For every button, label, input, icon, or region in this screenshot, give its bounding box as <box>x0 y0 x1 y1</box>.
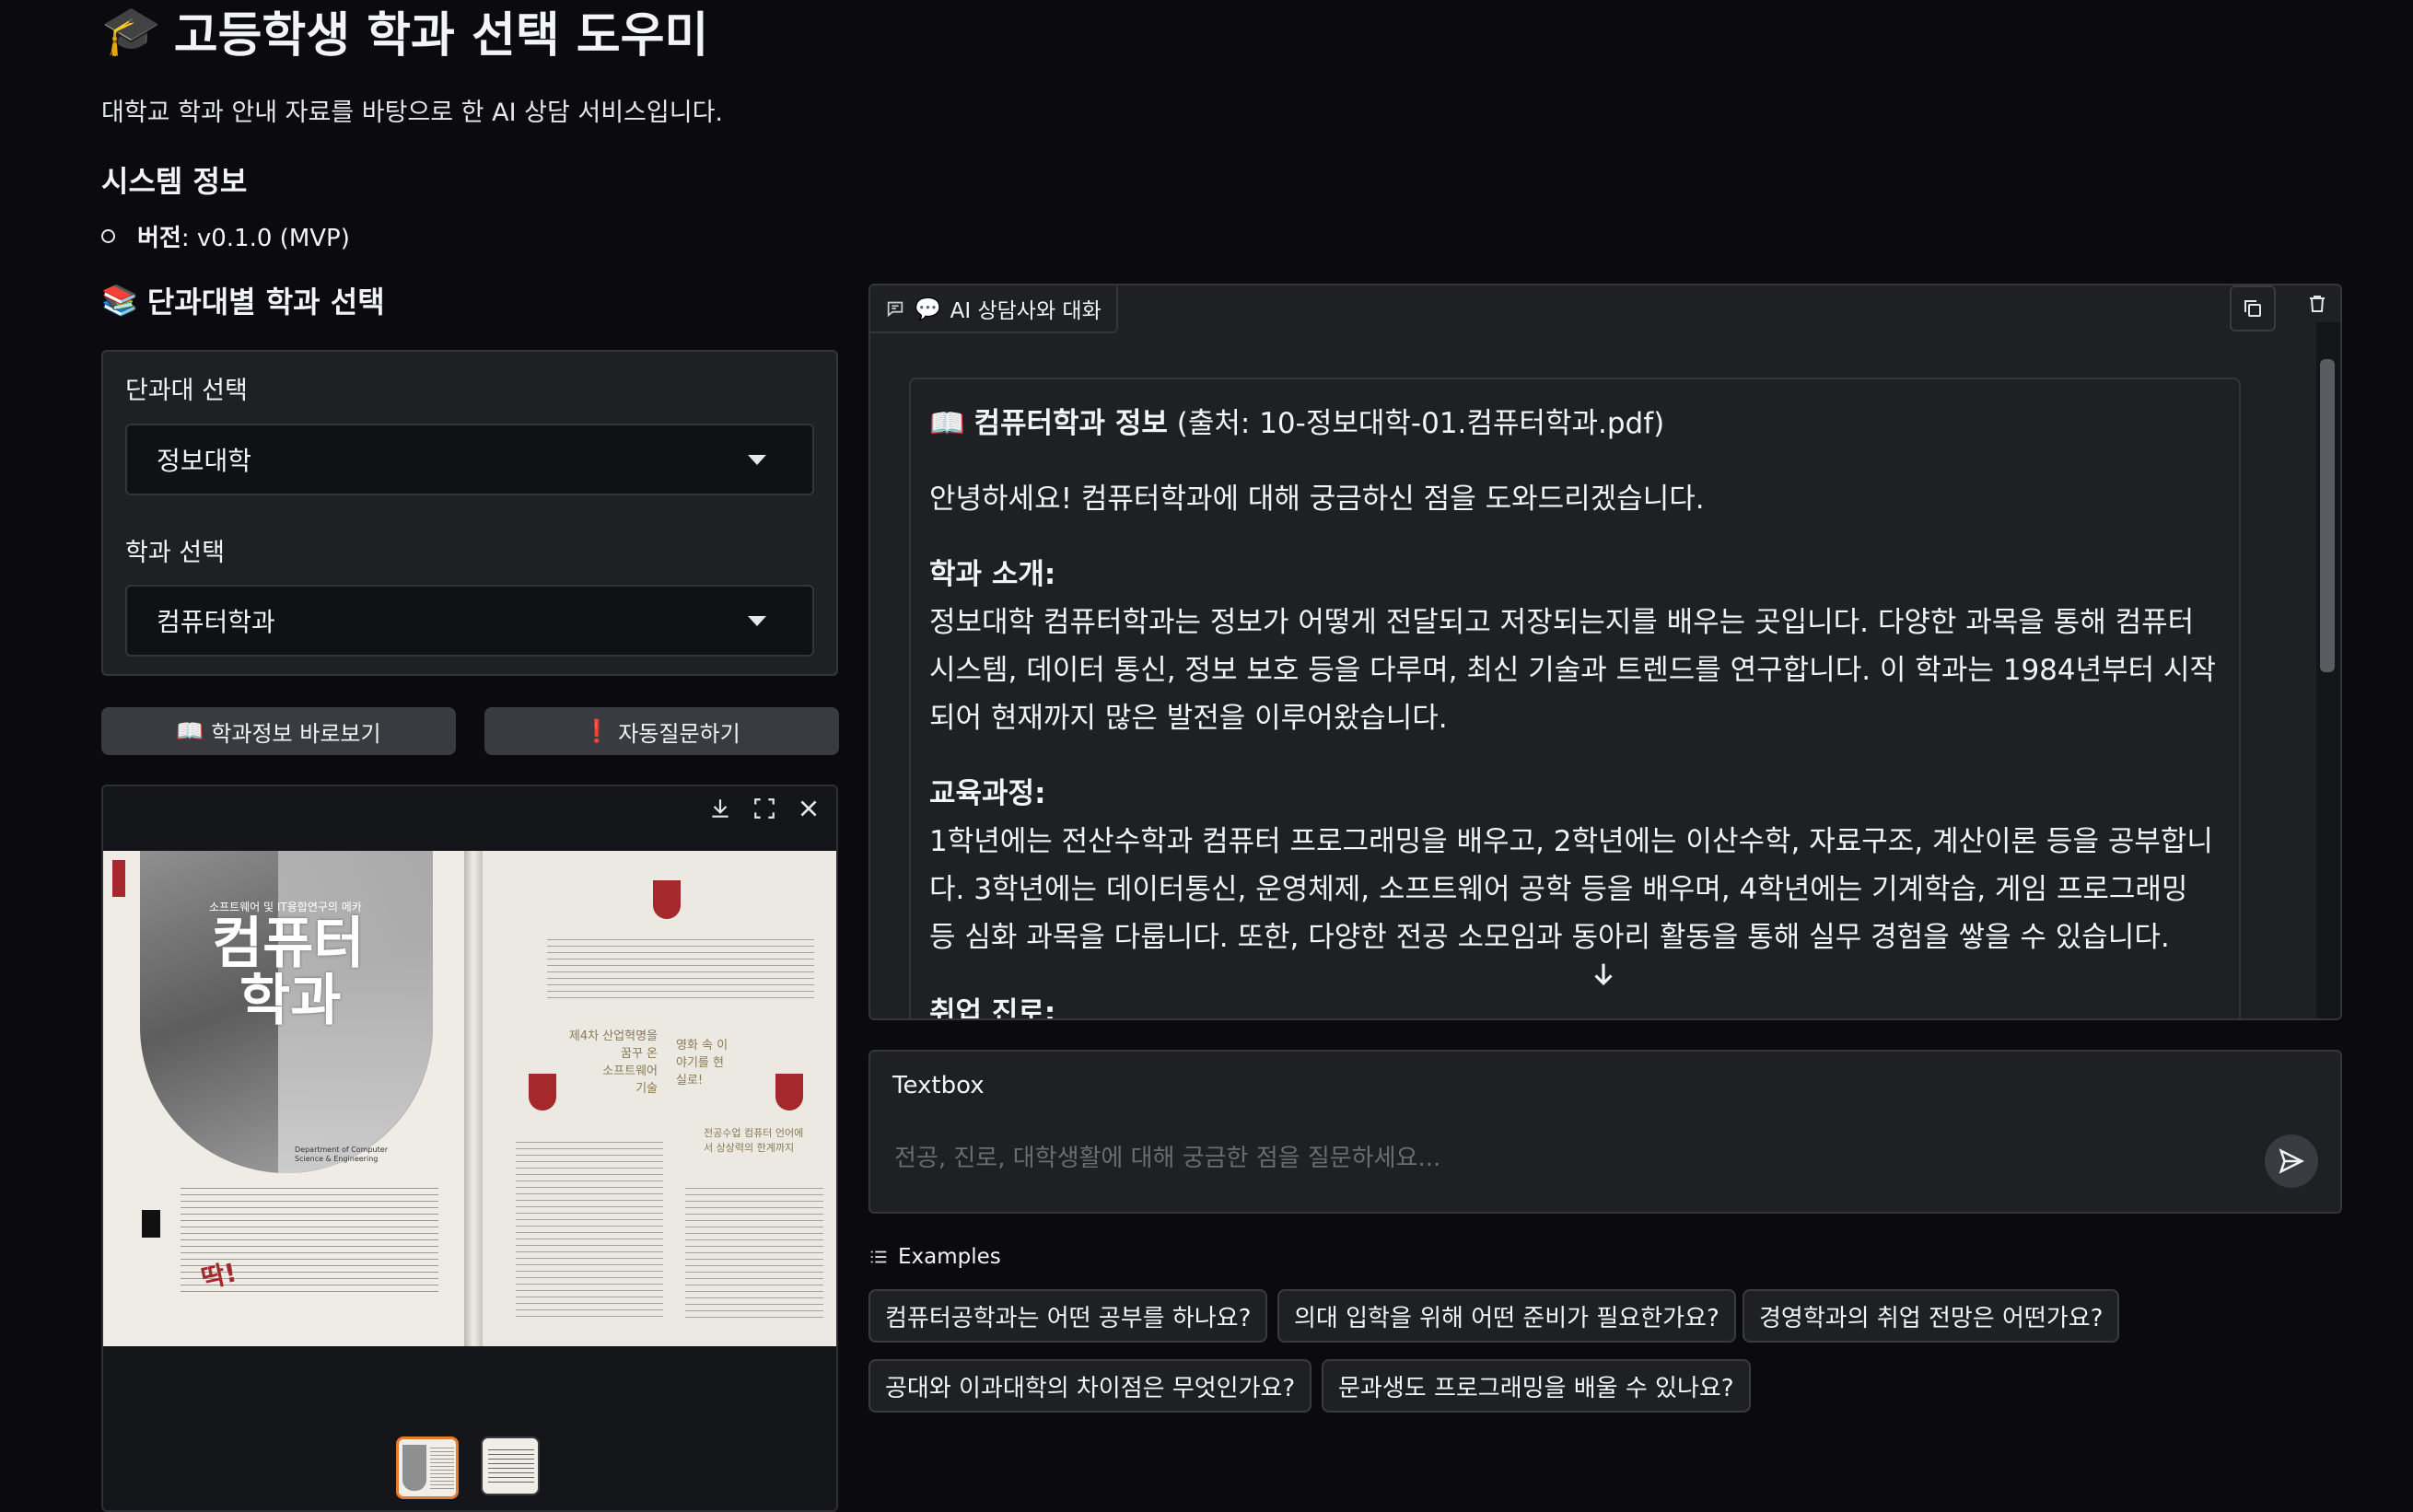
red-badge-right <box>775 1074 803 1111</box>
chat-label-tab: 💬 AI 상담사와 대화 <box>870 285 1118 333</box>
college-dropdown[interactable]: 정보대학 <box>125 424 814 495</box>
question-textbox-panel: Textbox <box>868 1050 2342 1214</box>
auto-question-label: 자동질문하기 <box>618 720 740 747</box>
bullet-circle-icon <box>101 229 115 243</box>
department-selection-heading: 📚 단과대별 학과 선택 <box>101 279 385 321</box>
college-dropdown-value: 정보대학 <box>157 446 252 476</box>
message-intro-heading: 학과 소개: <box>929 558 1056 591</box>
view-department-info-label: 학과정보 바로보기 <box>211 720 381 747</box>
trash-icon[interactable] <box>2294 285 2340 322</box>
close-icon[interactable] <box>790 790 827 827</box>
auto-question-button[interactable]: ❗ 자동질문하기 <box>484 707 839 755</box>
brochure-title-line-1: 컴퓨터 <box>212 912 365 976</box>
page-title-text: 고등학생 학과 선택 도우미 <box>173 7 709 64</box>
brochure-spine <box>464 851 483 1346</box>
chevron-down-icon <box>748 615 766 626</box>
brochure-image[interactable]: 소프트웨어 및 IT융합연구의 메카 컴퓨터 학과 Department of … <box>103 851 836 1346</box>
graduation-cap-icon: 🎓 <box>101 3 161 59</box>
thumbnail-1[interactable] <box>396 1436 459 1499</box>
books-icon: 📚 <box>101 283 138 318</box>
fullscreen-icon[interactable] <box>746 790 783 827</box>
example-button[interactable]: 문과생도 프로그래밍을 배울 수 있나요? <box>1322 1359 1751 1413</box>
red-badge-left <box>529 1074 556 1111</box>
right-page-text-right <box>685 1182 823 1320</box>
brochure-red-tab <box>112 860 125 897</box>
open-book-icon: 📖 <box>929 407 965 440</box>
qr-code <box>142 1210 160 1238</box>
version-list-item: 버전: v0.1.0 (MVP) <box>101 219 350 253</box>
example-button[interactable]: 컴퓨터공학과는 어떤 공부를 하나요? <box>868 1289 1268 1343</box>
chevron-down-icon <box>748 454 766 465</box>
brochure-english-subtitle: Department of Computer Science & Enginee… <box>295 1146 388 1163</box>
message-header-source: (출처: 10-정보대학-01.컴퓨터학과.pdf) <box>1167 407 1665 440</box>
message-greeting: 안녕하세요! 컴퓨터학과에 대해 궁금하신 점을 도와드리겠습니다. <box>929 483 1705 516</box>
question-input[interactable] <box>892 1134 2204 1182</box>
chat-scrollbar[interactable] <box>2316 322 2340 1018</box>
department-dropdown-value: 컴퓨터학과 <box>157 607 275 637</box>
brochure-image-viewer: 소프트웨어 및 IT융합연구의 메카 컴퓨터 학과 Department of … <box>101 785 838 1512</box>
scroll-to-bottom-button[interactable] <box>1580 950 1627 998</box>
version-value: : v0.1.0 (MVP) <box>181 225 350 252</box>
brochure-left-page: 소프트웨어 및 IT융합연구의 메카 컴퓨터 학과 Department of … <box>103 851 470 1346</box>
message-career-heading: 취업 진로: <box>929 996 1056 1020</box>
page-title: 🎓 고등학생 학과 선택 도우미 <box>101 0 708 64</box>
page-subtitle: 대학교 학과 안내 자료를 바탕으로 한 AI 상담 서비스입니다. <box>101 99 723 127</box>
view-department-info-button[interactable]: 📖 학과정보 바로보기 <box>101 707 456 755</box>
system-info-heading: 시스템 정보 <box>101 164 248 199</box>
right-page-text-left <box>516 1136 663 1320</box>
brochure-title-line-2: 학과 <box>239 969 342 1033</box>
chat-bubble-outline-icon <box>887 301 903 318</box>
department-select-label: 학과 선택 <box>125 539 225 567</box>
selection-panel: 단과대 선택 정보대학 학과 선택 컴퓨터학과 <box>101 350 838 676</box>
brochure-quote-3: 전공수업 컴퓨터 언어에서 상상력의 한계까지 <box>704 1127 804 1154</box>
right-page-text-top <box>547 934 814 998</box>
thumbnail-2[interactable] <box>481 1436 540 1495</box>
textbox-label: Textbox <box>892 1072 985 1099</box>
brochure-quote-2: 영화 속 이야기를 현실로! <box>676 1039 729 1087</box>
list-icon <box>870 1250 887 1263</box>
message-header: 📖 컴퓨터학과 정보 (출처: 10-정보대학-01.컴퓨터학과.pdf) <box>929 400 2221 448</box>
department-selection-heading-text: 단과대별 학과 선택 <box>146 285 385 320</box>
examples-heading: Examples <box>868 1245 1001 1269</box>
send-icon <box>2279 1148 2305 1174</box>
copy-icon[interactable] <box>2230 285 2276 331</box>
message-intro-body: 정보대학 컴퓨터학과는 정보가 어떻게 전달되고 저장되는지를 배우는 곳입니다… <box>929 606 2217 735</box>
open-book-icon: 📖 <box>176 718 204 744</box>
image-toolbar <box>702 790 827 827</box>
brochure-stamp: 딱! <box>198 1257 239 1295</box>
message-curriculum-body: 1학년에는 전산수학과 컴퓨터 프로그래밍을 배우고, 2학년에는 이산수학, … <box>929 825 2213 954</box>
message-header-bold: 컴퓨터학과 정보 <box>973 407 1168 440</box>
department-dropdown[interactable]: 컴퓨터학과 <box>125 585 814 657</box>
bot-message: 📖 컴퓨터학과 정보 (출처: 10-정보대학-01.컴퓨터학과.pdf) 안녕… <box>909 378 2241 1020</box>
arrow-down-icon <box>1594 963 1613 986</box>
chat-scrollbar-thumb[interactable] <box>2320 359 2335 672</box>
examples-heading-text: Examples <box>898 1245 1001 1269</box>
exclamation-icon: ❗ <box>583 718 612 744</box>
brochure-right-page: 제4차 산업혁명을 꿈꾸 온 소프트웨어 기술 영화 속 이야기를 현실로! 전… <box>483 851 836 1346</box>
speech-balloon-icon: 💬 <box>915 297 941 321</box>
send-button[interactable] <box>2265 1134 2318 1188</box>
example-button[interactable]: 공대와 이과대학의 차이점은 무엇인가요? <box>868 1359 1312 1413</box>
download-icon[interactable] <box>702 790 739 827</box>
version-label: 버전 <box>137 225 181 252</box>
red-badge-top <box>653 880 681 919</box>
chat-tab-label: AI 상담사와 대화 <box>950 299 1102 323</box>
message-curriculum-heading: 교육과정: <box>929 777 1046 810</box>
chatbot-panel: 💬 AI 상담사와 대화 📖 컴퓨터학과 정보 (출처: 10-정보대학-01.… <box>868 284 2342 1020</box>
college-select-label: 단과대 선택 <box>125 377 248 405</box>
brochure-quote-1: 제4차 산업혁명을 꿈꾸 온 소프트웨어 기술 <box>568 1029 658 1096</box>
example-button[interactable]: 의대 입학을 위해 어떤 준비가 필요한가요? <box>1277 1289 1736 1343</box>
example-button[interactable]: 경영학과의 취업 전망은 어떤가요? <box>1743 1289 2120 1343</box>
